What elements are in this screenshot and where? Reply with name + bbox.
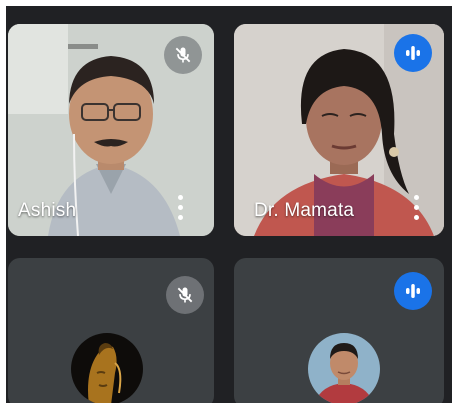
participant-tile-ashish[interactable]: Ashish [8, 24, 214, 236]
speaking-indicator [394, 34, 432, 72]
participant-name: Ashish [18, 200, 77, 221]
participant-tile-3[interactable] [8, 258, 214, 403]
participant-tile-dr-mamata[interactable]: Dr. Mamata [234, 24, 444, 236]
participant-tile-4[interactable] [234, 258, 444, 403]
more-vert-icon [177, 194, 183, 200]
meeting-grid: Ashish Dr. Mamata [6, 6, 452, 403]
profile-avatar [308, 333, 380, 403]
speaking-indicator [394, 272, 432, 310]
mute-indicator [164, 36, 202, 74]
audio-level-icon [406, 284, 420, 298]
mic-off-icon [175, 47, 191, 63]
audio-level-icon [406, 46, 420, 60]
mic-off-icon [177, 287, 193, 303]
participant-name: Dr. Mamata [254, 200, 355, 221]
more-options-button[interactable] [407, 192, 425, 222]
more-vert-icon [413, 194, 419, 200]
more-options-button[interactable] [171, 192, 189, 222]
mute-indicator [166, 276, 204, 314]
buddha-avatar [71, 333, 143, 403]
